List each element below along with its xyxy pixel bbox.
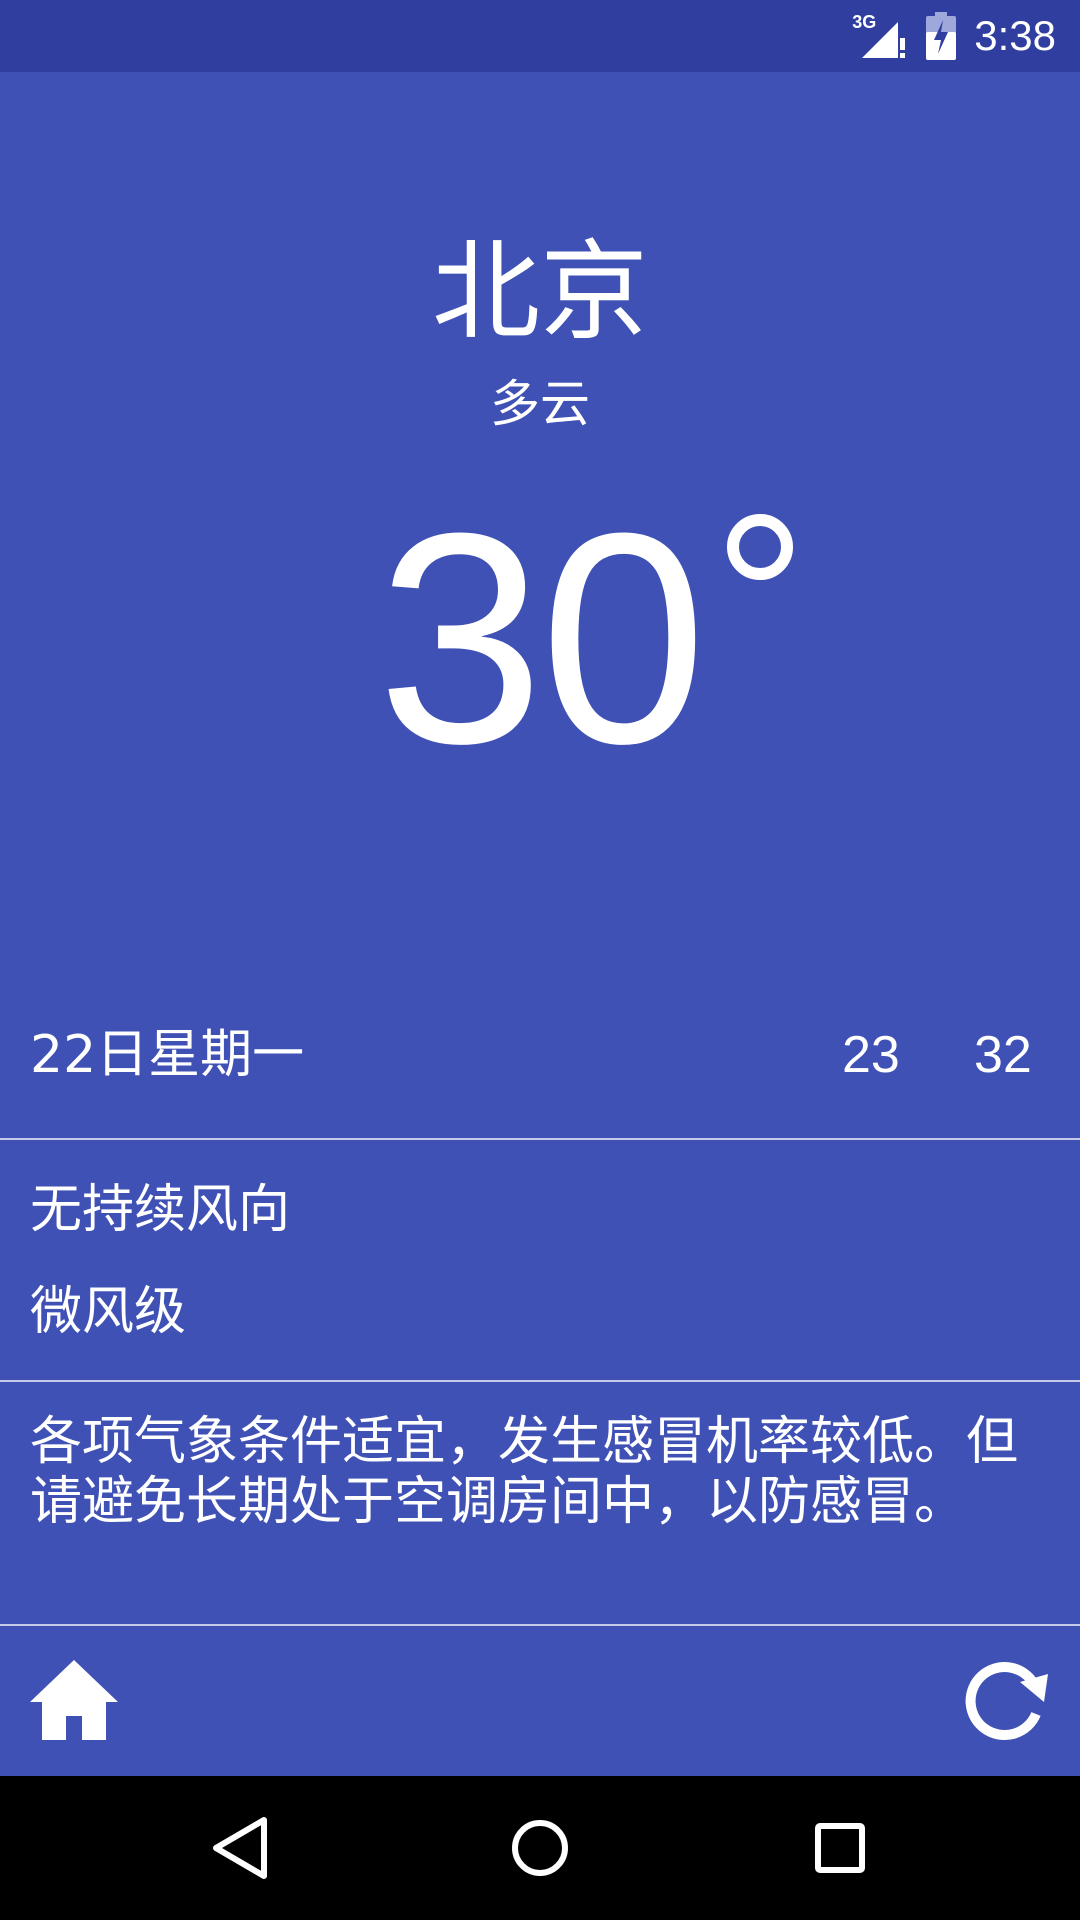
status-time: 3:38 bbox=[974, 12, 1056, 59]
status-icons: 3G 3:38 bbox=[852, 0, 1056, 72]
city-name: 北京 bbox=[431, 230, 648, 355]
wind-direction: 无持续风向 bbox=[30, 1180, 291, 1240]
circle-home-icon bbox=[512, 1820, 568, 1876]
forecast-row: 22日星期一 23 32 bbox=[0, 1010, 1080, 1100]
signal-icon: 3G bbox=[852, 12, 908, 60]
home-icon bbox=[30, 1660, 118, 1740]
temperature-value: 30 bbox=[377, 488, 793, 788]
recents-button[interactable] bbox=[804, 1812, 876, 1884]
wind-level: 微风级 bbox=[30, 1282, 187, 1342]
weather-condition: 多云 bbox=[490, 375, 590, 433]
forecast-date: 22日星期一 bbox=[30, 1025, 305, 1085]
triangle-back-icon bbox=[213, 1817, 267, 1879]
refresh-button[interactable] bbox=[958, 1656, 1050, 1742]
back-button[interactable] bbox=[204, 1812, 276, 1884]
divider bbox=[0, 1138, 1080, 1140]
home-nav-button[interactable] bbox=[504, 1812, 576, 1884]
square-recents-icon bbox=[815, 1823, 865, 1873]
temperature-high: 32 bbox=[974, 1026, 1032, 1084]
divider bbox=[0, 1624, 1080, 1626]
temperature-low: 23 bbox=[842, 1026, 900, 1084]
current-temperature: 30 bbox=[0, 488, 1080, 788]
degree-symbol bbox=[726, 514, 793, 580]
health-advice: 各项气象条件适宜，发生感冒机率较低。但请避免长期处于空调房间中，以防感冒。 bbox=[30, 1412, 1019, 1532]
home-button[interactable] bbox=[28, 1656, 120, 1742]
refresh-icon bbox=[965, 1662, 1048, 1740]
divider bbox=[0, 1380, 1080, 1382]
temperature-number: 30 bbox=[377, 470, 707, 806]
weather-screen: 3G 3:38 北京 多云 30 22日星期一 23 32 无持续风向 微风级 … bbox=[0, 0, 1080, 1920]
status-bar: 3G 3:38 bbox=[0, 0, 1080, 72]
navigation-bar bbox=[0, 1776, 1080, 1920]
battery-charging-icon bbox=[926, 12, 957, 60]
